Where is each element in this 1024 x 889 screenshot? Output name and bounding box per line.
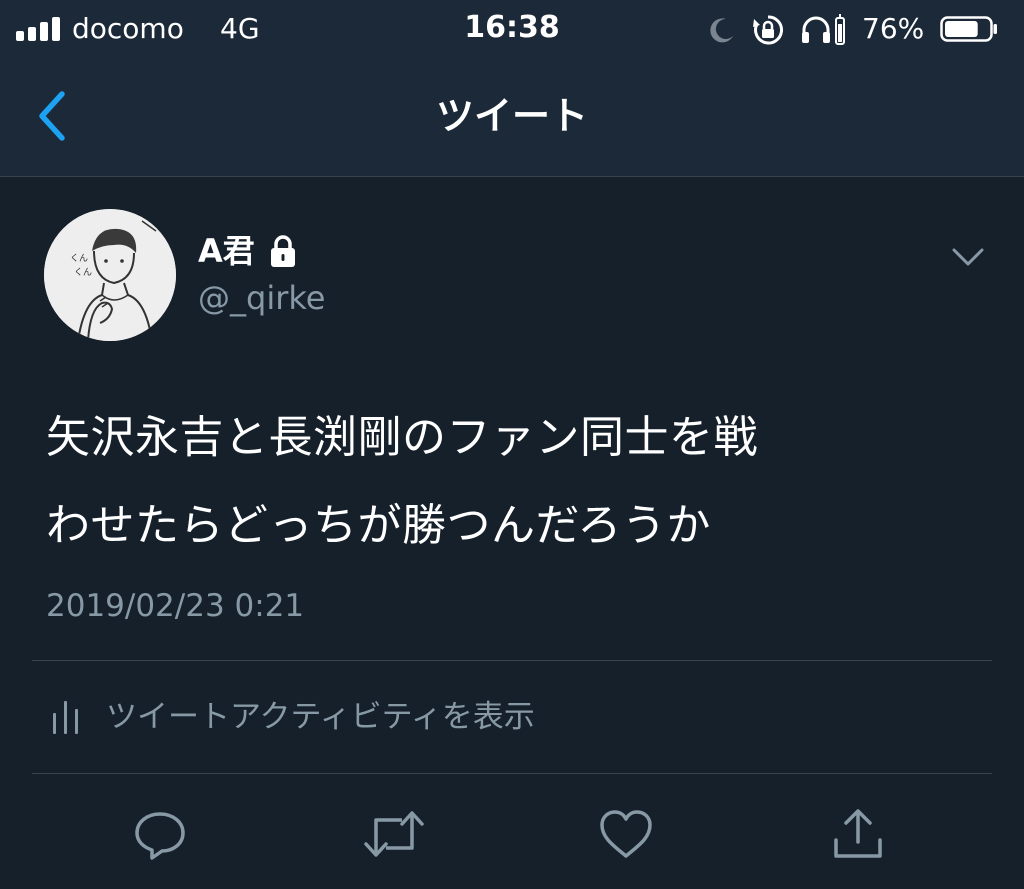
display-name[interactable]: A君 [198, 229, 255, 273]
lock-icon [270, 235, 295, 267]
tweet-timestamp: 2019/02/23 0:21 [46, 588, 305, 624]
moon-icon [710, 18, 733, 43]
divider [32, 773, 992, 774]
battery-percent: 76% [862, 12, 925, 45]
rotation-lock-icon [753, 15, 784, 45]
headphones-icon [802, 14, 845, 45]
tweet-text-line-1: 矢沢永吉と長渕剛のファン同士を戦 [46, 412, 758, 463]
user-handle[interactable]: @_qirke [198, 276, 325, 320]
bar-chart-icon [53, 701, 78, 734]
nav-bar: ツイート [0, 58, 1024, 177]
svg-text:くん: くん [74, 267, 92, 278]
share-icon[interactable] [830, 806, 886, 862]
retweet-icon[interactable] [362, 806, 426, 862]
avatar-illustration: くん くん [44, 209, 176, 341]
author-name-row[interactable]: A君 [198, 228, 299, 274]
status-bar: docomo 4G 16:38 76% [0, 0, 1024, 58]
tweet-activity-label: ツイートアクティビティを表示 [106, 699, 535, 735]
like-icon[interactable] [598, 806, 654, 862]
chevron-down-icon[interactable] [946, 238, 990, 274]
tweet-activity-link[interactable]: ツイートアクティビティを表示 [32, 661, 992, 773]
avatar[interactable]: くん くん [44, 209, 176, 341]
tweet-text: 矢沢永吉と長渕剛のファン同士を戦 わせたらどっちが勝つんだろうか [46, 394, 986, 570]
page-title: ツイート [435, 94, 588, 138]
reply-icon[interactable] [132, 806, 188, 862]
battery-icon [940, 16, 997, 42]
tweet-text-line-2: わせたらどっちが勝つんだろうか [46, 500, 711, 551]
svg-text:くん: くん [70, 253, 88, 264]
